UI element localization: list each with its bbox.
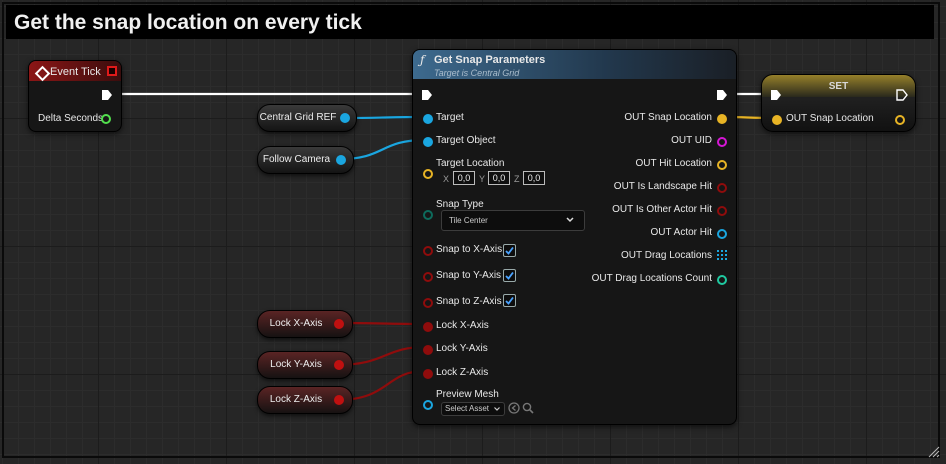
snap-type-dropdown[interactable]: Tile Center: [441, 210, 585, 231]
lock-y-pin[interactable]: [423, 345, 433, 355]
out-snap-location-label: OUT Snap Location: [624, 112, 712, 123]
chevron-down-icon: [494, 407, 500, 411]
exec-in-pin[interactable]: [421, 89, 433, 101]
target-object-label: Target Object: [436, 135, 496, 146]
snap-z-label: Snap to Z-Axis: [436, 296, 502, 307]
out-drag-locations-label: OUT Drag Locations: [621, 250, 712, 261]
snap-type-pin[interactable]: [423, 210, 433, 220]
central-grid-ref-pin[interactable]: [340, 113, 350, 123]
set-variable-node[interactable]: SET OUT Snap Location: [761, 74, 916, 132]
lock-z-pin[interactable]: [423, 369, 433, 379]
vector-y-input[interactable]: 0,0: [488, 171, 510, 185]
out-uid-label: OUT UID: [671, 135, 712, 146]
set-title: SET: [828, 81, 849, 92]
follow-camera-pin[interactable]: [336, 155, 346, 165]
lock-y-getter-pin[interactable]: [334, 360, 344, 370]
preview-mesh-value: Select Asset: [445, 404, 490, 413]
out-is-landscape-hit-label: OUT Is Landscape Hit: [613, 181, 712, 192]
lock-y-label: Lock Y-Axis: [436, 343, 488, 354]
target-location-label: Target Location: [436, 158, 505, 169]
lock-x-getter-pin[interactable]: [334, 319, 344, 329]
out-hit-location-pin[interactable]: [717, 160, 727, 170]
target-location-pin[interactable]: [423, 169, 433, 179]
function-title: Get Snap Parameters: [434, 54, 546, 66]
snap-x-pin[interactable]: [423, 246, 433, 256]
target-label: Target: [436, 112, 464, 123]
out-drag-locations-count-label: OUT Drag Locations Count: [591, 273, 712, 284]
set-snap-location-label: OUT Snap Location: [786, 113, 874, 124]
preview-mesh-label: Preview Mesh: [436, 389, 499, 400]
array-grid-icon[interactable]: [717, 250, 727, 260]
exec-out-pin[interactable]: [716, 89, 728, 101]
out-actor-hit-label: OUT Actor Hit: [650, 227, 713, 238]
exec-out-pin[interactable]: [101, 89, 113, 101]
lock-y-getter-label: Lock Y-Axis: [270, 359, 322, 370]
exec-in-pin[interactable]: [770, 89, 782, 101]
browse-icon[interactable]: [508, 402, 520, 414]
comment-resize-handle[interactable]: [928, 446, 940, 458]
target-object-pin[interactable]: [423, 137, 433, 147]
comment-title: Get the snap location on every tick: [14, 11, 362, 34]
event-tick-title: Event Tick: [50, 66, 101, 78]
delta-seconds-pin[interactable]: [101, 114, 111, 124]
preview-mesh-pin[interactable]: [423, 400, 433, 410]
set-snap-location-in-pin[interactable]: [772, 115, 782, 125]
lock-y-getter[interactable]: Lock Y-Axis: [257, 351, 353, 379]
lock-z-label: Lock Z-Axis: [436, 367, 489, 378]
snap-y-pin[interactable]: [423, 272, 433, 282]
chevron-down-icon: [566, 217, 574, 223]
snap-x-label: Snap to X-Axis: [436, 244, 503, 255]
vector-y-label: Y: [479, 174, 486, 184]
lock-z-getter[interactable]: Lock Z-Axis: [257, 386, 353, 414]
comment-header[interactable]: Get the snap location on every tick: [6, 5, 934, 39]
follow-camera-label: Follow Camera: [262, 154, 331, 165]
out-drag-locations-count-pin[interactable]: [717, 275, 727, 285]
preview-mesh-dropdown[interactable]: Select Asset: [441, 402, 505, 416]
central-grid-ref-label: Central Grid REF: [259, 112, 337, 123]
snap-x-checkbox[interactable]: [503, 244, 516, 257]
lock-x-getter[interactable]: Lock X-Axis: [257, 310, 353, 338]
blueprint-graph-canvas[interactable]: Get the snap location on every tick Even…: [0, 0, 946, 464]
snap-y-checkbox[interactable]: [503, 269, 516, 282]
out-hit-location-label: OUT Hit Location: [635, 158, 712, 169]
vector-x-label: X: [443, 174, 450, 184]
vector-z-label: Z: [514, 174, 520, 184]
event-tick-node[interactable]: Event Tick Delta Seconds: [28, 60, 122, 132]
exec-out-pin[interactable]: [896, 89, 908, 101]
vector-x-input[interactable]: 0,0: [453, 171, 475, 185]
lock-x-label: Lock X-Axis: [436, 320, 489, 331]
function-icon: ƒ: [420, 53, 425, 67]
follow-camera-getter[interactable]: Follow Camera: [257, 146, 354, 174]
lock-z-getter-label: Lock Z-Axis: [269, 394, 323, 405]
lock-x-getter-label: Lock X-Axis: [269, 318, 323, 329]
snap-type-value: Tile Center: [449, 216, 488, 225]
delegate-square-icon[interactable]: [107, 66, 117, 76]
out-is-landscape-hit-pin[interactable]: [717, 183, 727, 193]
lock-x-pin[interactable]: [423, 322, 433, 332]
search-icon[interactable]: [522, 402, 534, 414]
snap-type-label: Snap Type: [436, 199, 484, 210]
out-actor-hit-pin[interactable]: [717, 229, 727, 239]
vector-z-input[interactable]: 0,0: [523, 171, 545, 185]
set-snap-location-out-pin[interactable]: [895, 115, 905, 125]
lock-z-getter-pin[interactable]: [334, 395, 344, 405]
delta-seconds-label: Delta Seconds: [38, 113, 104, 124]
snap-z-checkbox[interactable]: [503, 294, 516, 307]
snap-y-label: Snap to Y-Axis: [436, 270, 502, 281]
snap-z-pin[interactable]: [423, 298, 433, 308]
out-is-other-actor-hit-pin[interactable]: [717, 206, 727, 216]
central-grid-ref-getter[interactable]: Central Grid REF: [257, 104, 357, 132]
get-snap-parameters-node[interactable]: ƒ Get Snap Parameters Target is Central …: [412, 49, 737, 425]
out-uid-pin[interactable]: [717, 137, 727, 147]
out-snap-location-pin[interactable]: [717, 114, 727, 124]
target-pin[interactable]: [423, 114, 433, 124]
out-is-other-actor-hit-label: OUT Is Other Actor Hit: [612, 204, 712, 215]
function-subtitle: Target is Central Grid: [434, 68, 520, 78]
